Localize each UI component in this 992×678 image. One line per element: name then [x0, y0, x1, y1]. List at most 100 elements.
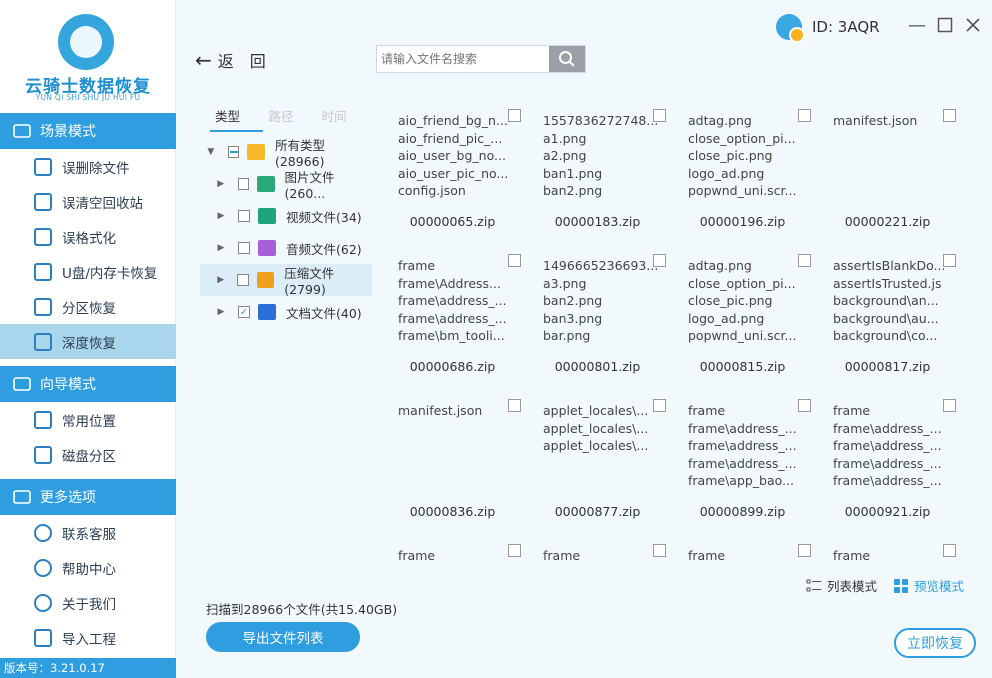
- sidebar-section-label: 场景模式: [40, 124, 96, 140]
- archive-entry: aio_user_pic_no...: [398, 165, 509, 181]
- tree-row-document[interactable]: ▶ ✓ 文档文件(40): [200, 296, 372, 328]
- caret-right-icon[interactable]: ▶: [214, 243, 228, 253]
- search-input[interactable]: [377, 46, 549, 72]
- tree-checkbox[interactable]: [237, 178, 250, 190]
- tree-row-label: 视频文件(34): [286, 209, 362, 225]
- file-card[interactable]: frame frame\Address... frame\address_... fr…: [380, 245, 525, 390]
- caret-right-icon[interactable]: ▶: [214, 275, 227, 285]
- back-arrow-icon: ←: [195, 48, 212, 72]
- archive-entry: frame: [688, 403, 726, 418]
- archive-contents: 1557836272748... a1.png a2.png ban1.png ban2…: [543, 112, 659, 200]
- sidebar-item-label: 磁盘分区: [62, 448, 116, 465]
- folder-icon: [247, 144, 265, 160]
- sidebar-item-format-disk[interactable]: 误格式化: [0, 219, 176, 254]
- export-list-button[interactable]: 导出文件列表: [206, 622, 360, 652]
- file-card[interactable]: 1496665236693... a3.png ban2.png ban3.png ba…: [525, 245, 670, 390]
- archive-entry: a1.png: [543, 130, 587, 146]
- tree-checkbox[interactable]: [227, 146, 240, 158]
- list-mode-button[interactable]: 列表模式: [806, 576, 877, 595]
- file-card-name: 00000815.zip: [699, 359, 786, 374]
- tree-checkbox[interactable]: [237, 274, 249, 286]
- archive-entry: close_pic.png: [688, 148, 773, 163]
- file-card[interactable]: manifest.json 00000221.zip: [815, 100, 960, 245]
- recover-now-button[interactable]: 立即恢复: [894, 628, 976, 658]
- tree-row-label: 压缩文件(2799): [284, 266, 335, 297]
- maximize-icon[interactable]: [934, 14, 956, 36]
- version-label: 版本号：3.21.0.17: [0, 658, 176, 678]
- sidebar-item-help[interactable]: 帮助中心: [0, 550, 176, 585]
- file-card[interactable]: frame frame\address_... frame\address_... f…: [670, 390, 815, 535]
- sidebar-item-disk[interactable]: 磁盘分区: [0, 437, 176, 472]
- file-card[interactable]: frame: [670, 535, 815, 570]
- list-mode-label: 列表模式: [827, 579, 878, 594]
- tree-row-image[interactable]: ▶ 图片文件(260...: [200, 168, 372, 201]
- file-card[interactable]: manifest.json 00000836.zip: [380, 390, 525, 535]
- archive-entry: ban1.png: [543, 165, 603, 181]
- file-card[interactable]: frame: [380, 535, 525, 570]
- preview-grid: aio_friend_bg_n... aio_friend_pic_... aio_…: [380, 100, 960, 570]
- archive-entry: close_option_pi...: [688, 130, 796, 146]
- sidebar-section-1[interactable]: 向导模式: [0, 366, 176, 402]
- caret-right-icon[interactable]: ▶: [214, 211, 228, 221]
- back-button[interactable]: ← 返 回: [195, 48, 266, 72]
- sidebar-item-usb[interactable]: U盘/内存卡恢复: [0, 254, 176, 289]
- user-badge[interactable]: ID: 3AQR: [776, 14, 880, 43]
- caret-right-icon[interactable]: ▶: [214, 307, 228, 317]
- sidebar-item-file-delete[interactable]: 误删除文件: [0, 149, 176, 184]
- minimize-icon[interactable]: —: [906, 14, 928, 36]
- tree-row-archive[interactable]: ▶ 压缩文件(2799): [200, 264, 372, 297]
- sidebar-item-recycle-bin[interactable]: 误清空回收站: [0, 184, 176, 219]
- sidebar-section-label: 向导模式: [40, 377, 96, 393]
- sidebar: 云骑士数据恢复 YUN QI SHI SHU JU HUI FU 场景模式 误删除…: [0, 0, 176, 678]
- view-toggle: 列表模式 预览模式: [806, 576, 964, 595]
- sidebar-item-deep-recovery[interactable]: 深度恢复: [0, 324, 176, 359]
- scan-summary: 扫描到28966个文件(共15.40GB): [206, 602, 398, 617]
- file-card[interactable]: frame: [525, 535, 670, 570]
- tree-checkbox[interactable]: [238, 242, 250, 254]
- sidebar-item-label: 误清空回收站: [62, 195, 143, 212]
- sidebar-item-label: 联系客服: [62, 526, 116, 543]
- tree-row-audio[interactable]: ▶ 音频文件(62): [200, 232, 372, 264]
- tab-path[interactable]: 路径: [263, 106, 316, 134]
- sidebar-item-partition[interactable]: 分区恢复: [0, 289, 176, 324]
- caret-down-icon[interactable]: ▼: [204, 147, 218, 157]
- search-button[interactable]: [549, 46, 585, 72]
- tree-row-folder[interactable]: ▼ 所有类型(28966): [200, 136, 372, 169]
- sidebar-item-label: 帮助中心: [62, 561, 116, 578]
- archive-entry: frame\address_...: [833, 455, 942, 471]
- tree-checkbox[interactable]: ✓: [238, 306, 250, 318]
- tree-checkbox[interactable]: [238, 210, 250, 222]
- sidebar-section-2[interactable]: 更多选项: [0, 479, 176, 515]
- archive-entry: bar.png: [543, 328, 591, 343]
- sidebar-section-label: 更多选项: [40, 490, 96, 506]
- sidebar-item-info[interactable]: 关于我们: [0, 585, 176, 620]
- preview-mode-button[interactable]: 预览模式: [893, 576, 964, 595]
- file-card[interactable]: applet_locales\... applet_locales\... appl…: [525, 390, 670, 535]
- file-card[interactable]: frame: [815, 535, 960, 570]
- archive-entry: frame\address_...: [833, 438, 942, 453]
- archive-entry: frame: [833, 548, 871, 563]
- sidebar-item-label: 误格式化: [62, 230, 116, 247]
- file-card[interactable]: frame frame\address_... frame\address_... f…: [815, 390, 960, 535]
- tree-row-video[interactable]: ▶ 视频文件(34): [200, 200, 372, 232]
- archive-entry: close_pic.png: [688, 293, 773, 308]
- archive-entry: adtag.png: [688, 258, 752, 273]
- sidebar-item-label: 分区恢复: [62, 300, 116, 317]
- archive-contents: frame: [833, 547, 949, 565]
- archive-contents: adtag.png close_option_pi... close_pic.png…: [688, 257, 804, 345]
- sidebar-section-0[interactable]: 场景模式: [0, 113, 176, 149]
- sidebar-item-windows[interactable]: 常用位置: [0, 402, 176, 437]
- file-card[interactable]: assertIsBlankDo... assertIsTrusted.js back…: [815, 245, 960, 390]
- file-card[interactable]: adtag.png close_option_pi... close_pic.png…: [670, 100, 815, 245]
- caret-right-icon[interactable]: ▶: [214, 179, 228, 189]
- file-card[interactable]: aio_friend_bg_n... aio_friend_pic_... aio_…: [380, 100, 525, 245]
- sidebar-item-import[interactable]: 导入工程: [0, 620, 176, 655]
- tree-row-label: 图片文件(260...: [284, 170, 335, 201]
- tab-type[interactable]: 类型: [210, 106, 264, 132]
- close-icon[interactable]: [962, 14, 984, 36]
- file-card[interactable]: 1557836272748... a1.png a2.png ban1.png ban2…: [525, 100, 670, 245]
- file-card[interactable]: adtag.png close_option_pi... close_pic.png…: [670, 245, 815, 390]
- tab-time[interactable]: 时间: [317, 106, 370, 134]
- sidebar-item-phone[interactable]: 联系客服: [0, 515, 176, 550]
- audio-icon: [258, 240, 276, 256]
